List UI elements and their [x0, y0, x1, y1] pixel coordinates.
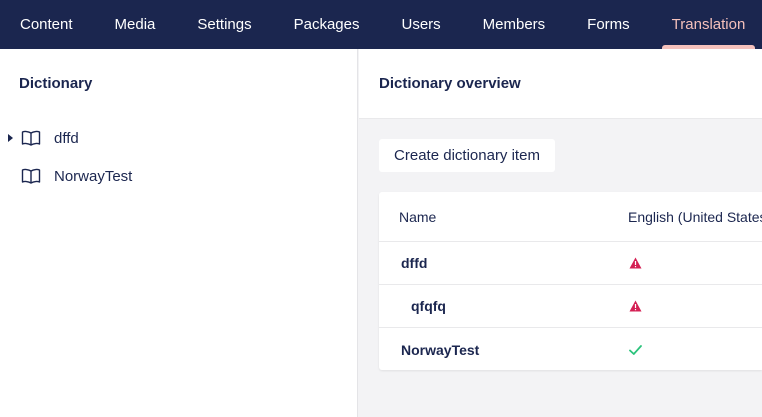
sidebar: Dictionary dffd NorwayTest	[0, 49, 358, 417]
nav-item-content[interactable]: Content	[0, 0, 93, 49]
main-header: Dictionary overview	[359, 49, 762, 119]
tree-item-norwaytest[interactable]: NorwayTest	[0, 159, 357, 193]
sidebar-title: Dictionary	[19, 75, 93, 92]
nav-label: Users	[401, 16, 441, 33]
warning-icon	[629, 300, 642, 312]
tree-item-dffd[interactable]: dffd	[0, 121, 357, 155]
row-name[interactable]: qfqfq	[411, 285, 446, 327]
nav-item-settings[interactable]: Settings	[176, 0, 272, 49]
main-panel: Dictionary overview Create dictionary it…	[359, 49, 762, 417]
nav-label: Settings	[197, 16, 252, 33]
dictionary-table: Name English (United States dffd qfqfq N…	[379, 192, 762, 370]
check-icon	[629, 344, 642, 355]
nav-item-media[interactable]: Media	[93, 0, 177, 49]
nav-label: Members	[482, 16, 546, 33]
table-row[interactable]: dffd	[379, 242, 762, 285]
nav-label: Forms	[587, 16, 630, 33]
column-header-name[interactable]: Name	[399, 192, 436, 241]
status-cell	[629, 285, 642, 327]
nav-item-members[interactable]: Members	[462, 0, 567, 49]
tree-item-label: NorwayTest	[54, 167, 133, 185]
status-cell	[629, 328, 642, 371]
table-row[interactable]: NorwayTest	[379, 328, 762, 371]
status-cell	[629, 242, 642, 284]
tree-item-label: dffd	[54, 129, 79, 147]
table-header: Name English (United States	[379, 192, 762, 242]
nav-item-packages[interactable]: Packages	[273, 0, 381, 49]
book-icon	[21, 130, 41, 146]
row-name[interactable]: NorwayTest	[401, 328, 479, 371]
nav-item-forms[interactable]: Forms	[566, 0, 651, 49]
expand-caret-icon[interactable]	[8, 134, 13, 142]
nav-item-translation[interactable]: Translation	[651, 0, 762, 49]
nav-item-users[interactable]: Users	[380, 0, 461, 49]
nav-label: Translation	[671, 16, 746, 33]
row-name[interactable]: dffd	[401, 242, 427, 284]
column-header-english[interactable]: English (United States	[628, 192, 762, 241]
table-row[interactable]: qfqfq	[379, 285, 762, 328]
warning-icon	[629, 257, 642, 269]
nav-label: Media	[114, 16, 156, 33]
top-navigation: Content Media Settings Packages Users Me…	[0, 0, 762, 49]
nav-label: Content	[20, 16, 73, 33]
nav-label: Packages	[293, 16, 360, 33]
create-dictionary-item-button[interactable]: Create dictionary item	[379, 139, 555, 172]
book-icon	[21, 168, 41, 184]
page-title: Dictionary overview	[379, 75, 521, 92]
